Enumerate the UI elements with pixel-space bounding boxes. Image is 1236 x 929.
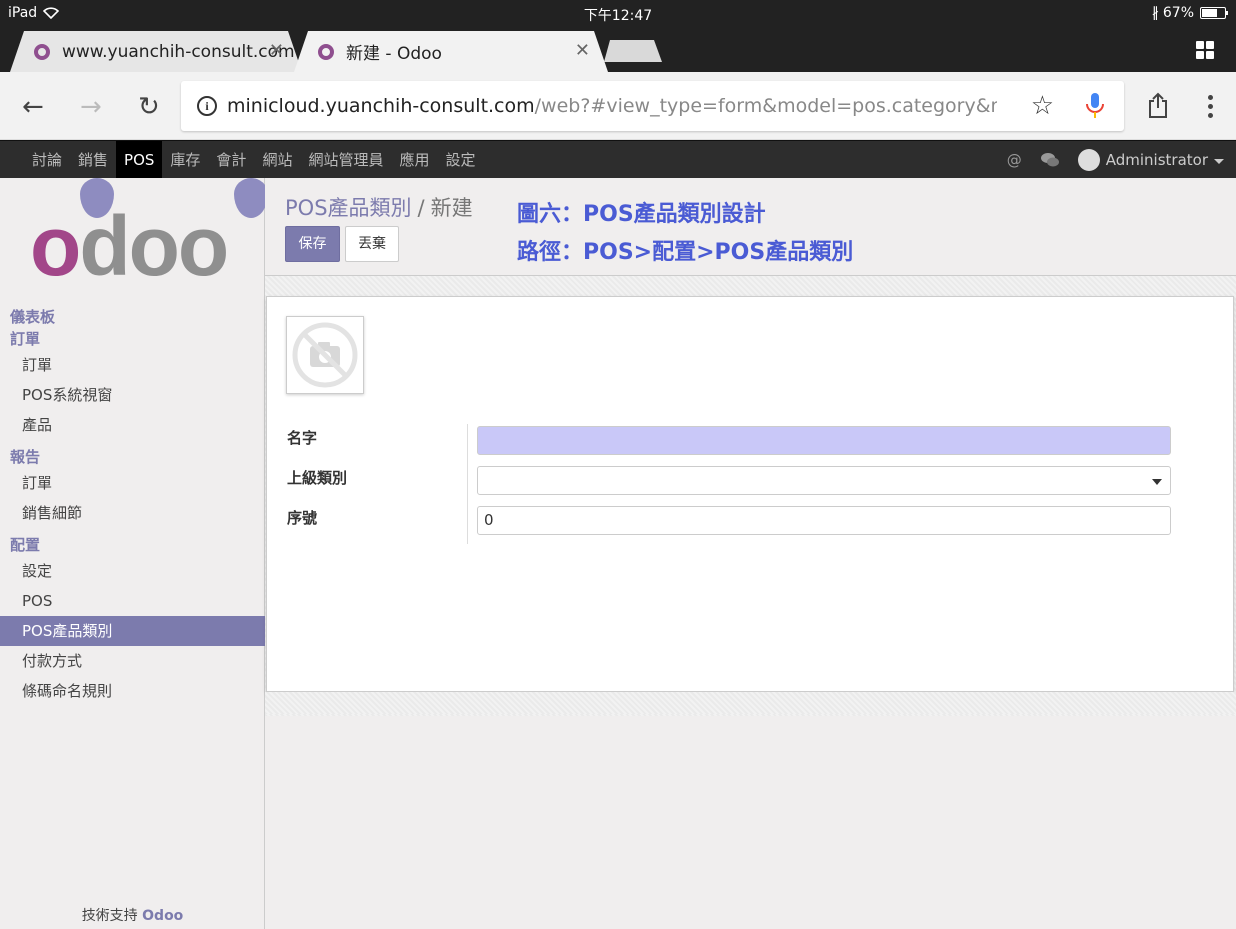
sidebar-section[interactable]: 訂單 xyxy=(0,328,265,350)
user-name: Administrator xyxy=(1105,151,1208,169)
address-bar[interactable]: i minicloud.yuanchih-consult.com/web?#vi… xyxy=(181,81,1124,131)
bookmark-star-icon[interactable]: ☆ xyxy=(1031,91,1054,121)
url-path: /web?#view_type=form&model=pos.category&… xyxy=(534,95,997,117)
tab-title: www.yuanchih-consult.com xyxy=(62,41,295,62)
avatar xyxy=(1077,149,1100,171)
no-camera-icon xyxy=(292,322,358,388)
info-icon[interactable]: i xyxy=(197,96,217,116)
close-tab-icon[interactable]: ✕ xyxy=(269,40,284,61)
user-menu[interactable]: Administrator xyxy=(1077,149,1224,171)
powered-by-brand[interactable]: Odoo xyxy=(142,908,183,924)
name-label: 名字 xyxy=(287,429,318,447)
microphone-icon[interactable] xyxy=(1084,92,1106,120)
logo-wordmark: odoo xyxy=(30,199,229,293)
url-text[interactable]: minicloud.yuanchih-consult.com/web?#view… xyxy=(227,95,997,117)
chevron-down-icon xyxy=(1214,158,1224,164)
top-menu-item[interactable]: 會計 xyxy=(208,141,254,179)
top-menu-item[interactable]: 討論 xyxy=(24,141,70,179)
name-field[interactable] xyxy=(477,426,1171,455)
breadcrumb-separator: / xyxy=(417,196,425,220)
powered-by-prefix: 技術支持 xyxy=(81,908,138,924)
battery-percent: 67% xyxy=(1162,5,1194,21)
discard-button[interactable]: 丟棄 xyxy=(345,226,399,262)
powered-by: 技術支持 Odoo xyxy=(0,905,265,925)
status-time: 下午12:47 xyxy=(583,8,653,24)
url-host: minicloud.yuanchih-consult.com xyxy=(227,95,535,117)
reload-icon[interactable]: ↻ xyxy=(138,92,160,122)
battery-fill xyxy=(1202,9,1217,17)
back-arrow-icon[interactable]: ← xyxy=(22,92,44,122)
form-sheet: 名字 上級類別 序號 0 xyxy=(266,296,1234,692)
top-menu-right: @ Administrator xyxy=(1007,141,1224,179)
sequence-field[interactable]: 0 xyxy=(477,506,1171,535)
chevron-down-icon xyxy=(1152,479,1162,485)
close-tab-icon[interactable]: ✕ xyxy=(575,40,590,61)
sidebar-item[interactable]: 付款方式 xyxy=(0,646,265,676)
sidebar-item[interactable]: 條碼命名規則 xyxy=(0,676,265,706)
chat-icon[interactable] xyxy=(1040,152,1060,168)
top-menu-item[interactable]: POS xyxy=(116,141,163,179)
image-upload[interactable] xyxy=(286,316,364,394)
sidebar-item[interactable]: 設定 xyxy=(0,556,265,586)
parent-category-label: 上級類別 xyxy=(287,469,348,487)
top-menu-item[interactable]: 庫存 xyxy=(162,141,208,179)
sidebar-item[interactable]: POS產品類別 xyxy=(0,616,265,646)
share-icon[interactable] xyxy=(1148,92,1168,118)
browser-tab-strip: www.yuanchih-consult.com ✕ 新建 - Odoo ✕ xyxy=(0,28,1236,72)
logo-drop-icon xyxy=(234,178,268,218)
sidebar-item[interactable]: POS xyxy=(0,586,265,616)
top-menu-item[interactable]: 銷售 xyxy=(70,141,116,179)
odoo-top-menu: 討論 銷售 POS 庫存 會計 網站 網站管理員 應用 設定 @ Administrator xyxy=(0,140,1236,179)
tab-switcher-icon[interactable] xyxy=(1196,41,1214,59)
new-tab-button[interactable] xyxy=(604,40,662,62)
breadcrumb-parent[interactable]: POS產品類別 xyxy=(285,196,412,220)
top-menu-item[interactable]: 網站 xyxy=(254,141,300,179)
odoo-logo[interactable]: odoo xyxy=(30,178,268,293)
odoo-favicon-icon xyxy=(318,43,334,60)
mention-icon[interactable]: @ xyxy=(1007,151,1022,169)
top-menu-item[interactable]: 應用 xyxy=(391,141,437,179)
ios-status-bar: iPad 下午12:47 ∦ 67% xyxy=(0,0,1236,28)
sidebar-section[interactable]: 配置 xyxy=(0,534,265,556)
annotation-path: 路徑：POS>配置>POS產品類別 xyxy=(517,240,854,265)
sidebar-item[interactable]: 訂單 xyxy=(0,350,265,380)
status-right: ∦ 67% xyxy=(1151,5,1228,21)
battery-icon xyxy=(1200,7,1228,19)
save-button[interactable]: 保存 xyxy=(285,226,340,262)
sidebar-section[interactable]: 報告 xyxy=(0,446,265,468)
sidebar-menu: 儀表板 訂單 訂單 POS系統視窗 產品 報告 訂單 銷售細節 配置 設定 POS POS產品類別 付款… xyxy=(0,306,265,706)
form-background-bottom xyxy=(265,692,1236,714)
top-menu-item[interactable]: 設定 xyxy=(437,141,483,179)
browser-toolbar: ← → ↻ i minicloud.yuanchih-consult.com/w… xyxy=(0,72,1236,140)
main-content: POS產品類別 / 新建 保存 丟棄 圖六：POS產品類別設計 路徑：POS>配置>… xyxy=(265,178,1236,929)
control-panel: POS產品類別 / 新建 保存 丟棄 圖六：POS產品類別設計 路徑：POS>配置>… xyxy=(265,178,1236,276)
top-menu-item[interactable]: 網站管理員 xyxy=(300,141,391,179)
sidebar-item[interactable]: 銷售細節 xyxy=(0,498,265,528)
sidebar-item[interactable]: 產品 xyxy=(0,410,265,440)
breadcrumb-current: 新建 xyxy=(430,196,473,220)
form-divider xyxy=(467,424,468,544)
browser-tab-2[interactable]: 新建 - Odoo ✕ xyxy=(294,31,608,72)
left-sidebar: odoo 儀表板 訂單 訂單 POS系統視窗 產品 報告 訂單 銷售細節 配置 設定 POS POS產… xyxy=(0,178,268,929)
sidebar-section[interactable]: 儀表板 xyxy=(0,306,265,328)
sequence-label: 序號 xyxy=(287,509,318,527)
forward-arrow-icon[interactable]: → xyxy=(80,92,102,122)
more-menu-icon[interactable] xyxy=(1208,95,1214,118)
breadcrumb: POS產品類別 / 新建 xyxy=(285,192,473,222)
sidebar-item[interactable]: 訂單 xyxy=(0,468,265,498)
tab-title: 新建 - Odoo xyxy=(346,44,442,64)
parent-category-select[interactable] xyxy=(477,466,1171,495)
annotation-title: 圖六：POS產品類別設計 xyxy=(517,202,766,227)
bluetooth-icon: ∦ xyxy=(1151,5,1159,21)
sidebar-item[interactable]: POS系統視窗 xyxy=(0,380,265,410)
browser-tab-1[interactable]: www.yuanchih-consult.com ✕ xyxy=(10,31,302,72)
odoo-favicon-icon xyxy=(34,43,50,60)
top-menu-items: 討論 銷售 POS 庫存 會計 網站 網站管理員 應用 設定 xyxy=(24,141,484,179)
